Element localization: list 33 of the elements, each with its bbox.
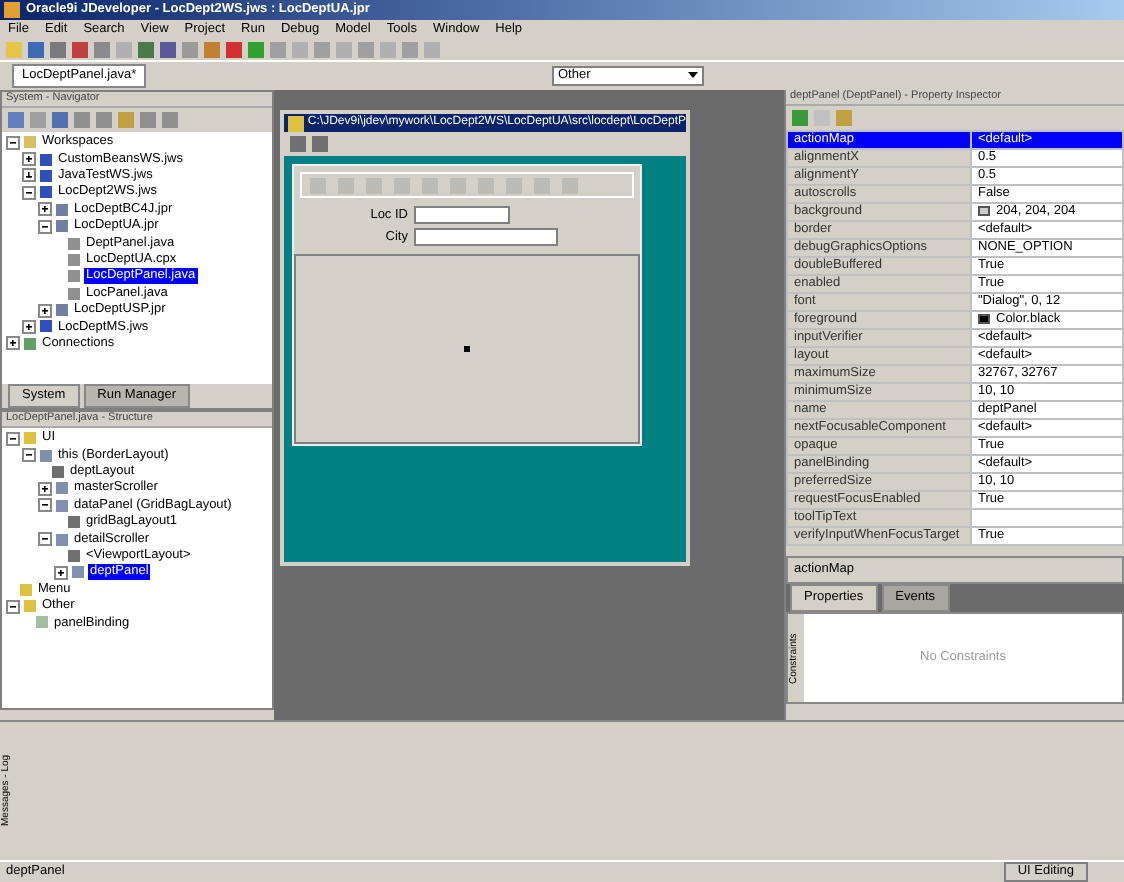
component-icon	[40, 449, 52, 462]
binding-icon	[36, 616, 48, 629]
expand-toggle[interactable]	[38, 202, 52, 217]
window-icon	[288, 115, 304, 131]
expand-toggle[interactable]	[6, 336, 20, 351]
connections-icon	[24, 337, 36, 350]
collapse-toggle[interactable]	[38, 498, 52, 513]
component-icon	[72, 566, 84, 579]
layout-icon	[68, 516, 80, 529]
workspace-icon	[40, 320, 52, 333]
app-icon	[4, 2, 20, 18]
root-icon	[24, 136, 36, 149]
expand-toggle[interactable]	[22, 152, 36, 167]
layout-icon	[52, 465, 64, 478]
collapse-toggle[interactable]	[6, 431, 20, 446]
input-field[interactable]	[414, 228, 558, 246]
collapse-toggle[interactable]	[6, 599, 20, 614]
collapse-toggle[interactable]	[38, 532, 52, 547]
expand-toggle[interactable]	[22, 168, 36, 183]
collapse-toggle[interactable]	[22, 185, 36, 200]
folder-icon	[24, 432, 36, 445]
component-icon	[56, 533, 68, 546]
collapse-toggle[interactable]	[22, 448, 36, 463]
collapse-toggle[interactable]	[6, 135, 20, 150]
layout-icon	[68, 549, 80, 562]
project-icon	[56, 304, 68, 317]
expand-toggle[interactable]	[22, 319, 36, 334]
expand-toggle[interactable]	[54, 565, 68, 580]
collapse-toggle[interactable]	[38, 219, 52, 234]
selection-handle[interactable]	[464, 346, 470, 352]
expand-toggle[interactable]	[38, 303, 52, 318]
input-field[interactable]	[414, 206, 510, 224]
expand-toggle[interactable]	[38, 481, 52, 496]
